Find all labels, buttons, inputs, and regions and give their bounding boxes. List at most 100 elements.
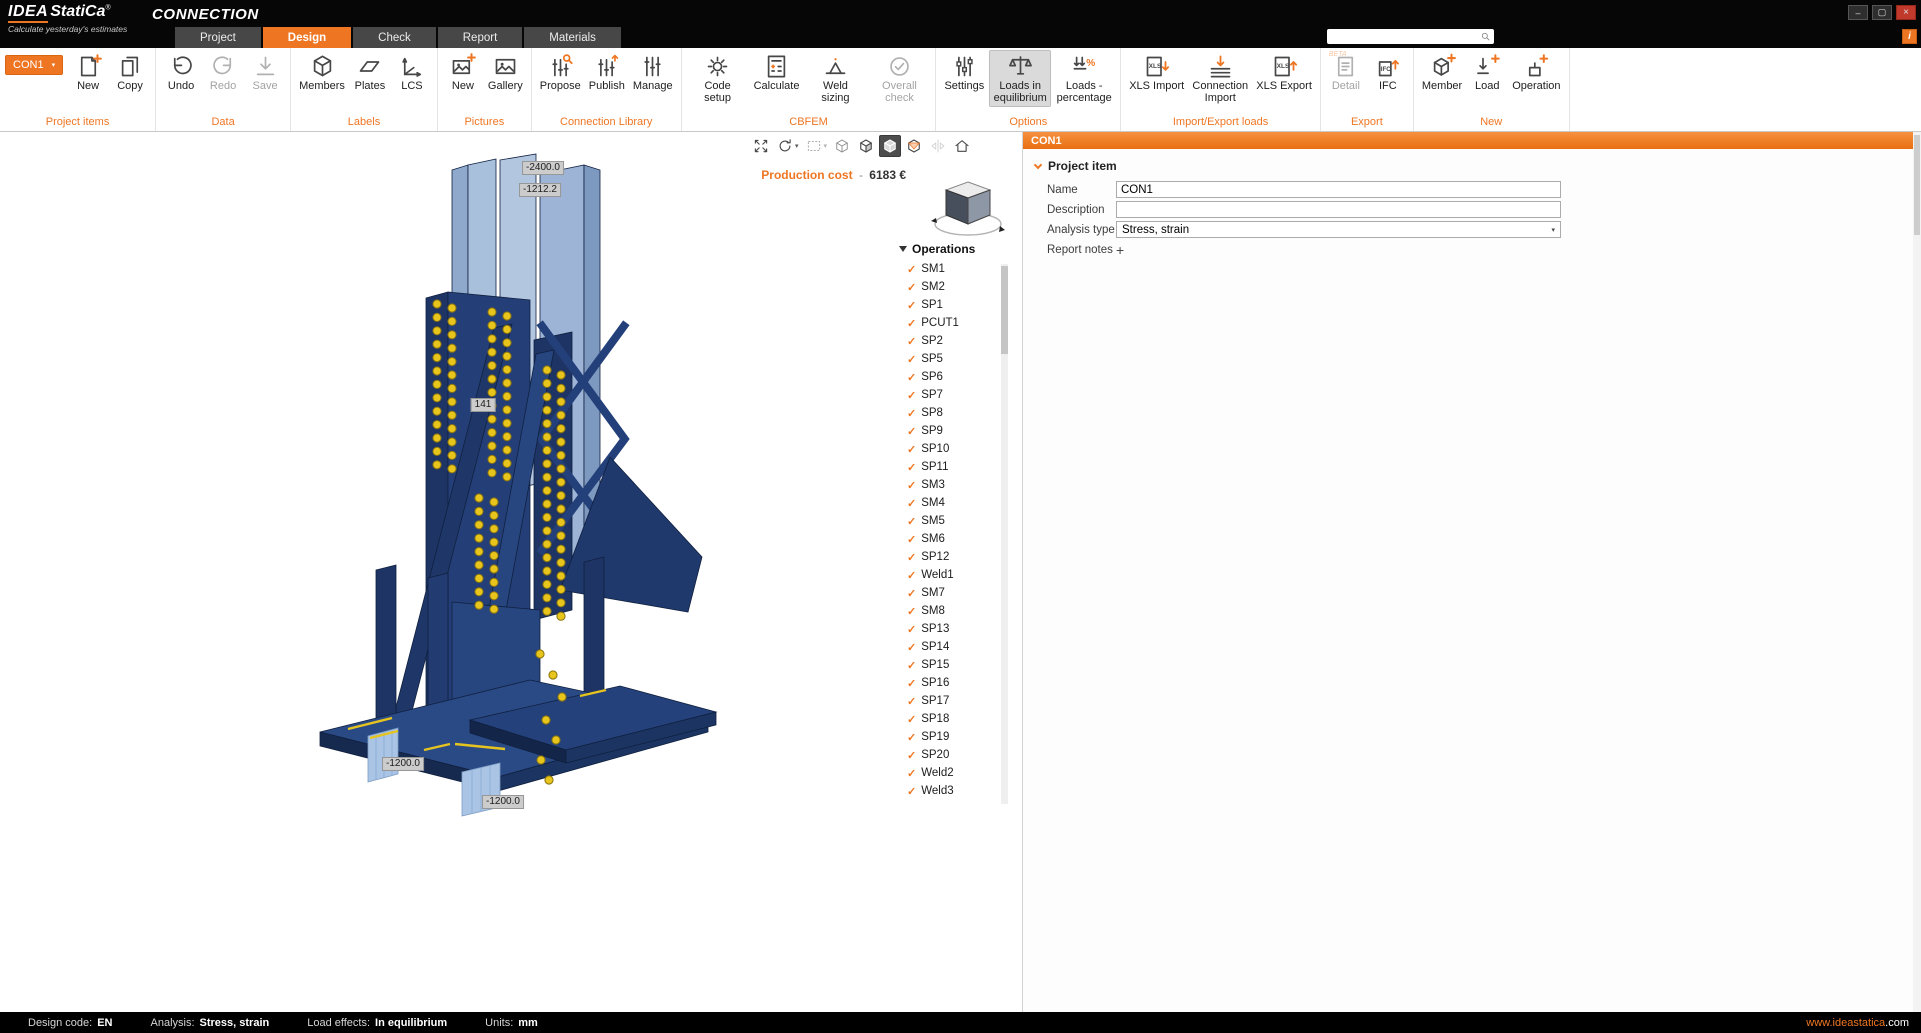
ribbon-button-undo[interactable]: Undo	[161, 50, 201, 94]
operation-item-sm5[interactable]: ✓ SM5	[898, 512, 998, 530]
ribbon-button-members[interactable]: Members	[296, 50, 348, 94]
checkbox-checked-icon[interactable]: ✓	[907, 263, 916, 276]
operation-item-weld1[interactable]: ✓ Weld1	[898, 566, 998, 584]
ribbon-button-code-setup[interactable]: Code setup	[687, 50, 749, 107]
operation-item-sp5[interactable]: ✓ SP5	[898, 350, 998, 368]
operation-item-sp9[interactable]: ✓ SP9	[898, 422, 998, 440]
checkbox-checked-icon[interactable]: ✓	[907, 677, 916, 690]
tab-materials[interactable]: Materials	[524, 27, 621, 48]
checkbox-checked-icon[interactable]: ✓	[907, 713, 916, 726]
ribbon-button-save[interactable]: Save	[245, 50, 285, 94]
ribbon-button-loads-in-equilibrium[interactable]: Loads in equilibrium	[989, 50, 1052, 107]
checkbox-checked-icon[interactable]: ✓	[907, 749, 916, 762]
checkbox-checked-icon[interactable]: ✓	[907, 641, 916, 654]
ribbon-button-operation[interactable]: Operation	[1509, 50, 1563, 94]
viewport-tool-home[interactable]	[951, 135, 973, 157]
ribbon-button-connection-import[interactable]: Connection Import	[1189, 50, 1251, 107]
checkbox-checked-icon[interactable]: ✓	[907, 515, 916, 528]
ribbon-button-copy[interactable]: Copy	[110, 50, 150, 94]
checkbox-checked-icon[interactable]: ✓	[907, 533, 916, 546]
operation-item-sm3[interactable]: ✓ SM3	[898, 476, 998, 494]
checkbox-checked-icon[interactable]: ✓	[907, 569, 916, 582]
checkbox-checked-icon[interactable]: ✓	[907, 335, 916, 348]
checkbox-checked-icon[interactable]: ✓	[907, 479, 916, 492]
operation-item-sm8[interactable]: ✓ SM8	[898, 602, 998, 620]
ribbon-button-detail[interactable]: BETA Detail	[1326, 50, 1366, 94]
checkbox-checked-icon[interactable]: ✓	[907, 299, 916, 312]
website-link[interactable]: www.ideastatica.com	[1806, 1017, 1909, 1029]
viewport-tool-fit-screen[interactable]	[750, 135, 772, 157]
checkbox-checked-icon[interactable]: ✓	[907, 353, 916, 366]
checkbox-checked-icon[interactable]: ✓	[907, 551, 916, 564]
checkbox-checked-icon[interactable]: ✓	[907, 371, 916, 384]
operation-item-sm1[interactable]: ✓ SM1	[898, 260, 998, 278]
operations-scrollbar[interactable]	[1001, 264, 1008, 804]
project-item-selector[interactable]: CON1 ▾	[5, 55, 64, 75]
chevron-down-icon[interactable]	[1033, 160, 1043, 169]
checkbox-checked-icon[interactable]: ✓	[907, 587, 916, 600]
viewport-tool-marquee-select[interactable]: ▾	[803, 135, 830, 157]
add-report-note-button[interactable]: +	[1116, 242, 1132, 258]
panel-scrollbar-thumb[interactable]	[1914, 135, 1920, 235]
operation-item-pcut1[interactable]: ✓ PCUT1	[898, 314, 998, 332]
checkbox-checked-icon[interactable]: ✓	[907, 425, 916, 438]
checkbox-checked-icon[interactable]: ✓	[907, 497, 916, 510]
analysis-type-select[interactable]: Stress, strain ▾	[1116, 221, 1561, 238]
checkbox-checked-icon[interactable]: ✓	[907, 605, 916, 618]
operation-item-sp11[interactable]: ✓ SP11	[898, 458, 998, 476]
viewport-3d[interactable]: ▾ ▾ Production cost - 6183 € -2400.0 -121…	[0, 132, 1022, 1012]
ribbon-button-xls-import[interactable]: XLS XLS Import	[1126, 50, 1187, 94]
viewport-tool-solid-cube[interactable]	[879, 135, 902, 157]
ribbon-button-xls-export[interactable]: XLS XLS Export	[1253, 50, 1315, 94]
operation-item-sp12[interactable]: ✓ SP12	[898, 548, 998, 566]
viewport-tool-wire-cube[interactable]	[831, 135, 853, 157]
tab-design[interactable]: Design	[262, 27, 352, 48]
operation-item-sp19[interactable]: ✓ SP19	[898, 728, 998, 746]
view-cube[interactable]	[930, 174, 1006, 240]
operation-item-sp16[interactable]: ✓ SP16	[898, 674, 998, 692]
checkbox-checked-icon[interactable]: ✓	[907, 281, 916, 294]
maximize-button[interactable]: ▢	[1872, 5, 1892, 20]
operation-item-sp1[interactable]: ✓ SP1	[898, 296, 998, 314]
operation-item-sp15[interactable]: ✓ SP15	[898, 656, 998, 674]
checkbox-checked-icon[interactable]: ✓	[907, 461, 916, 474]
operation-item-sp17[interactable]: ✓ SP17	[898, 692, 998, 710]
operation-item-sp8[interactable]: ✓ SP8	[898, 404, 998, 422]
checkbox-checked-icon[interactable]: ✓	[907, 623, 916, 636]
operation-item-sp14[interactable]: ✓ SP14	[898, 638, 998, 656]
checkbox-checked-icon[interactable]: ✓	[907, 317, 916, 330]
ribbon-button-manage[interactable]: Manage	[630, 50, 676, 94]
3d-model-view[interactable]	[0, 132, 1022, 1012]
checkbox-checked-icon[interactable]: ✓	[907, 443, 916, 456]
checkbox-checked-icon[interactable]: ✓	[907, 659, 916, 672]
ribbon-button-ifc[interactable]: IFC IFC	[1368, 50, 1408, 94]
panel-scrollbar[interactable]	[1913, 132, 1921, 1012]
checkbox-checked-icon[interactable]: ✓	[907, 389, 916, 402]
checkbox-checked-icon[interactable]: ✓	[907, 407, 916, 420]
operation-item-sm2[interactable]: ✓ SM2	[898, 278, 998, 296]
minimize-button[interactable]: –	[1848, 5, 1868, 20]
description-input[interactable]	[1116, 201, 1561, 218]
operation-item-sp18[interactable]: ✓ SP18	[898, 710, 998, 728]
checkbox-checked-icon[interactable]: ✓	[907, 731, 916, 744]
viewport-tool-section-cube[interactable]	[903, 135, 925, 157]
operation-item-sp6[interactable]: ✓ SP6	[898, 368, 998, 386]
ribbon-button-loads-percentage[interactable]: % Loads - percentage	[1053, 50, 1115, 107]
dropdown-caret-icon[interactable]: ▾	[795, 142, 799, 150]
operation-item-weld2[interactable]: ✓ Weld2	[898, 764, 998, 782]
ribbon-button-member[interactable]: Member	[1419, 50, 1465, 94]
ribbon-button-gallery[interactable]: Gallery	[485, 50, 526, 94]
ribbon-button-load[interactable]: Load	[1467, 50, 1507, 94]
search-icon[interactable]	[1480, 31, 1491, 42]
viewport-tool-shaded-cube[interactable]	[855, 135, 877, 157]
operation-item-weld3[interactable]: ✓ Weld3	[898, 782, 998, 800]
checkbox-checked-icon[interactable]: ✓	[907, 785, 916, 798]
ribbon-button-calculate[interactable]: Calculate	[751, 50, 803, 94]
ribbon-button-settings[interactable]: Settings	[941, 50, 987, 94]
tree-expander-icon[interactable]	[899, 246, 907, 252]
ribbon-button-redo[interactable]: Redo	[203, 50, 243, 94]
close-button[interactable]: ×	[1896, 5, 1916, 20]
dropdown-caret-icon[interactable]: ▾	[824, 142, 828, 150]
ribbon-button-plates[interactable]: Plates	[350, 50, 390, 94]
operation-item-sp7[interactable]: ✓ SP7	[898, 386, 998, 404]
